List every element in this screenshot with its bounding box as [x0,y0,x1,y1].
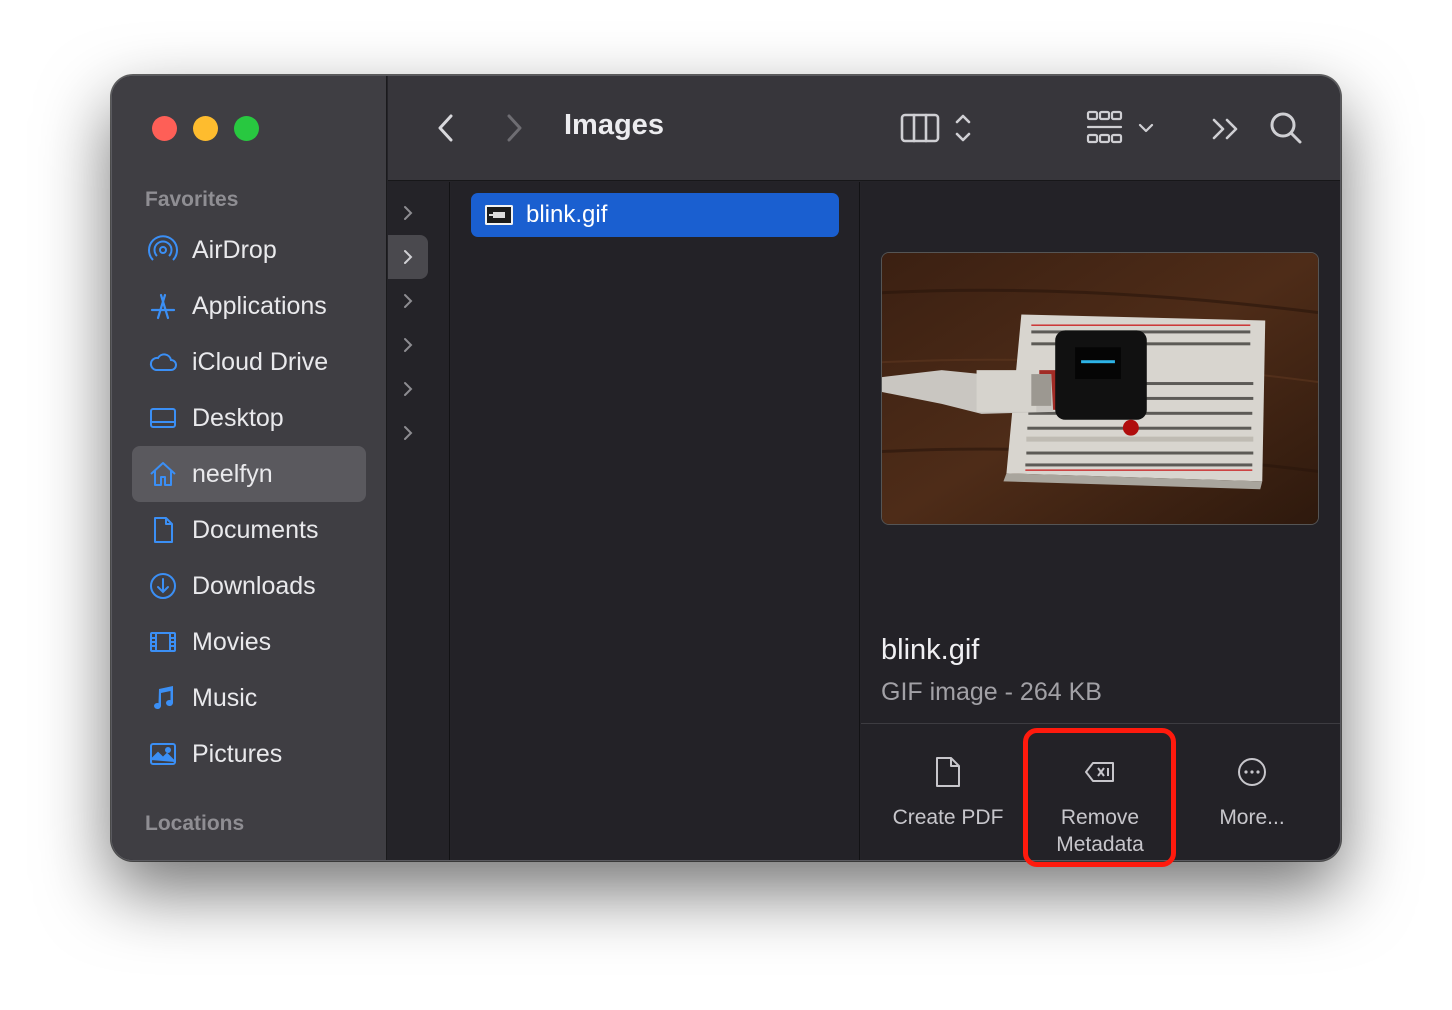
back-button[interactable] [428,109,462,147]
double-chevron-right-icon [1212,118,1238,140]
sidebar-item-label: AirDrop [192,235,277,264]
files-column: blink.gif [451,182,860,860]
preview-pane: blink.gif GIF image - 264 KB Create PDF … [861,182,1340,860]
sidebar-item-label: Documents [192,515,319,544]
window-controls [152,116,259,141]
toolbar: Images [388,76,1340,181]
folder-row[interactable] [388,323,428,367]
sidebar-item-label: iCloud Drive [192,347,329,376]
zoom-button[interactable] [234,116,259,141]
action-label: Remove Metadata [1056,806,1144,856]
chevron-right-icon [404,294,413,308]
sidebar-item-label: Applications [192,291,327,320]
search-icon [1270,112,1302,144]
preview-file-name: blink.gif [881,634,980,666]
more-actions-button[interactable]: More... [1177,752,1327,831]
parent-column [388,182,450,860]
action-label: Create PDF [892,806,1004,829]
file-row-blink-gif[interactable]: blink.gif [471,193,839,237]
airdrop-icon [147,234,179,266]
sidebar-item-movies[interactable]: Movies [132,614,366,670]
sidebar-item-label: neelfyn [192,459,273,488]
photo-icon [147,738,179,770]
grid-icon [1086,110,1154,144]
desktop-icon [147,402,179,434]
forward-button[interactable] [498,109,532,147]
preview-file-kind: GIF image - 264 KB [881,678,1102,706]
image-file-icon [485,205,513,225]
sidebar-item-neelfyn[interactable]: neelfyn [132,446,366,502]
image-preview [881,252,1319,525]
minimize-button[interactable] [193,116,218,141]
chevron-right-icon [404,426,413,440]
folder-row[interactable] [388,191,428,235]
sidebar-item-label: Pictures [192,739,283,768]
applications-icon [147,290,179,322]
group-by-button[interactable] [1084,106,1170,150]
music-note-icon [147,682,179,714]
more-toolbar-button[interactable] [1208,110,1244,148]
ellipsis-circle-icon [1177,752,1327,792]
columns-view-icon [900,113,971,143]
favorites-heading: Favorites [145,188,239,211]
folder-row[interactable] [388,367,428,411]
locations-heading: Locations [145,812,245,835]
sidebar-item-downloads[interactable]: Downloads [132,558,366,614]
sidebar-item-label: Downloads [192,571,316,600]
sidebar-item-label: Music [192,683,258,712]
sidebar: Favorites AirDrop Applications iCloud Dr… [112,76,387,860]
finder-window: Favorites AirDrop Applications iCloud Dr… [111,75,1341,861]
sidebar-item-music[interactable]: Music [132,670,366,726]
file-name: blink.gif [526,201,608,228]
chevron-right-icon [507,114,522,142]
sidebar-item-documents[interactable]: Documents [132,502,366,558]
chevron-left-icon [438,114,453,142]
favorites-list: AirDrop Applications iCloud Drive Deskto… [132,222,366,782]
close-button[interactable] [152,116,177,141]
sidebar-item-icloud-drive[interactable]: iCloud Drive [132,334,366,390]
document-icon [147,514,179,546]
action-label: More... [1219,806,1285,829]
sidebar-item-pictures[interactable]: Pictures [132,726,366,782]
view-mode-button[interactable] [900,108,984,148]
cloud-icon [147,346,179,378]
chevron-right-icon [404,338,413,352]
sidebar-item-airdrop[interactable]: AirDrop [132,222,366,278]
sidebar-item-label: Desktop [192,403,284,432]
search-button[interactable] [1266,108,1306,148]
download-icon [147,570,179,602]
sidebar-item-label: Movies [192,627,272,656]
tag-remove-icon [1025,752,1175,792]
remove-metadata-button[interactable]: Remove Metadata [1025,752,1175,858]
sidebar-item-applications[interactable]: Applications [132,278,366,334]
window-title: Images [564,109,664,141]
home-icon [147,458,179,490]
document-icon [873,752,1023,792]
chevron-right-icon [404,206,413,220]
chevron-right-icon [404,382,413,396]
folder-row[interactable] [388,235,428,279]
sidebar-item-desktop[interactable]: Desktop [132,390,366,446]
divider [861,723,1340,724]
chevron-right-icon [404,250,413,264]
folder-row[interactable] [388,279,428,323]
folder-row[interactable] [388,411,428,455]
create-pdf-button[interactable]: Create PDF [873,752,1023,831]
film-icon [147,626,179,658]
